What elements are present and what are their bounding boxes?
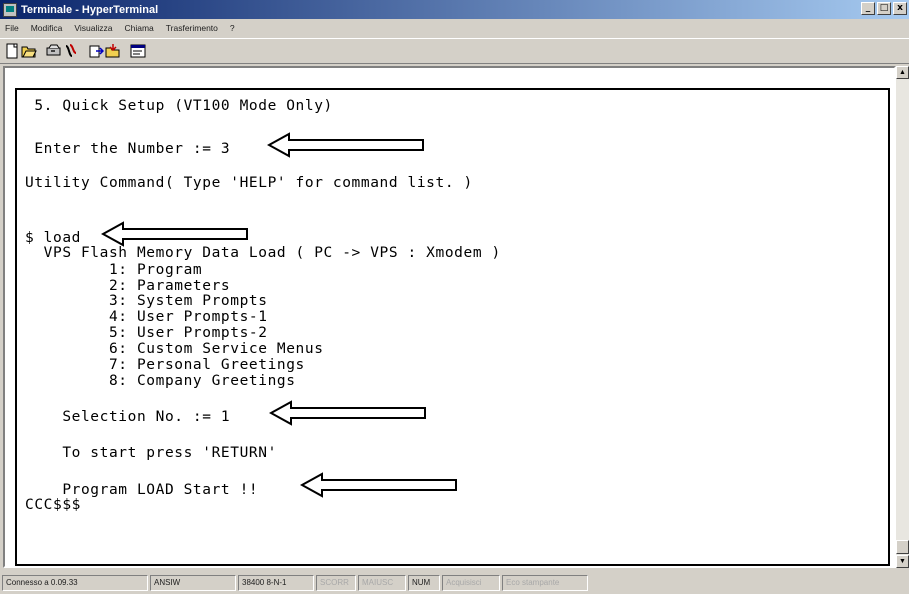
terminal-line: 6: Custom Service Menus	[25, 341, 324, 357]
terminal-line: 5. Quick Setup (VT100 Mode Only)	[25, 98, 333, 114]
status-connected-time: Connesso a 0.09.33	[2, 575, 148, 591]
terminal-line: To start press 'RETURN'	[25, 445, 277, 461]
window-controls: _ □ x	[861, 2, 907, 15]
status-bar: Connesso a 0.09.33 ANSIW 38400 8-N-1 SCO…	[0, 572, 909, 594]
maximize-button[interactable]: □	[877, 2, 891, 15]
vertical-scrollbar[interactable]: ▲ ▼	[896, 66, 909, 568]
window-title: Terminale - HyperTerminal	[21, 3, 159, 16]
status-port-settings: 38400 8-N-1	[238, 575, 314, 591]
annotation-arrow-icon	[101, 221, 248, 247]
terminal-line: 1: Program	[25, 262, 203, 278]
terminal-line: VPS Flash Memory Data Load ( PC -> VPS :…	[25, 245, 501, 261]
terminal-line: Enter the Number := 3	[25, 141, 231, 157]
scroll-up-icon[interactable]: ▲	[896, 66, 909, 79]
menu-help[interactable]: ?	[228, 22, 237, 34]
open-icon[interactable]	[21, 43, 37, 59]
terminal-line: 2: Parameters	[25, 278, 231, 294]
disconnect-icon[interactable]	[63, 43, 79, 59]
status-scroll-lock: SCORR	[316, 575, 356, 591]
terminal-line: $ load	[25, 230, 81, 246]
annotation-arrow-icon	[300, 472, 457, 498]
scroll-down-icon[interactable]: ▼	[896, 555, 909, 568]
status-printer-echo: Eco stampante	[502, 575, 588, 591]
terminal-line: 3: System Prompts	[25, 293, 268, 309]
menu-chiama[interactable]: Chiama	[122, 22, 155, 34]
terminal-line: CCC$$$	[25, 497, 81, 513]
menu-bar: File Modifica Visualizza Chiama Trasferi…	[0, 19, 909, 37]
terminal-line: 8: Company Greetings	[25, 373, 296, 389]
terminal-line: Selection No. := 1	[25, 409, 231, 425]
minimize-button[interactable]: _	[861, 2, 875, 15]
menu-visualizza[interactable]: Visualizza	[72, 22, 114, 34]
status-num-lock: NUM	[408, 575, 440, 591]
terminal-screen[interactable]: 5. Quick Setup (VT100 Mode Only) Enter t…	[15, 88, 890, 566]
menu-file[interactable]: File	[3, 22, 21, 34]
annotation-arrow-icon	[269, 400, 426, 426]
send-icon[interactable]	[88, 43, 104, 59]
scrollbar-thumb[interactable]	[896, 540, 909, 554]
hyperterminal-app-icon[interactable]	[3, 2, 17, 17]
terminal-line: 7: Personal Greetings	[25, 357, 305, 373]
status-caps-lock: MAIUSC	[358, 575, 406, 591]
terminal-line: Utility Command( Type 'HELP' for command…	[25, 175, 473, 191]
status-capture: Acquisisci	[442, 575, 500, 591]
toolbar	[0, 38, 909, 64]
terminal-line: 4: User Prompts-1	[25, 309, 268, 325]
menu-trasferimento[interactable]: Trasferimento	[164, 22, 220, 34]
terminal-line: Program LOAD Start !!	[25, 482, 259, 498]
properties-icon[interactable]	[130, 43, 146, 59]
new-connection-icon[interactable]	[4, 43, 20, 59]
status-emulation: ANSIW	[150, 575, 236, 591]
close-button[interactable]: x	[893, 2, 907, 15]
terminal-line: 5: User Prompts-2	[25, 325, 268, 341]
annotation-arrow-icon	[267, 132, 424, 158]
receive-icon[interactable]	[105, 43, 121, 59]
terminal-window[interactable]: 5. Quick Setup (VT100 Mode Only) Enter t…	[3, 66, 896, 568]
title-bar[interactable]: Terminale - HyperTerminal _ □ x	[0, 0, 909, 19]
connect-icon[interactable]	[46, 43, 62, 59]
menu-modifica[interactable]: Modifica	[29, 22, 65, 34]
